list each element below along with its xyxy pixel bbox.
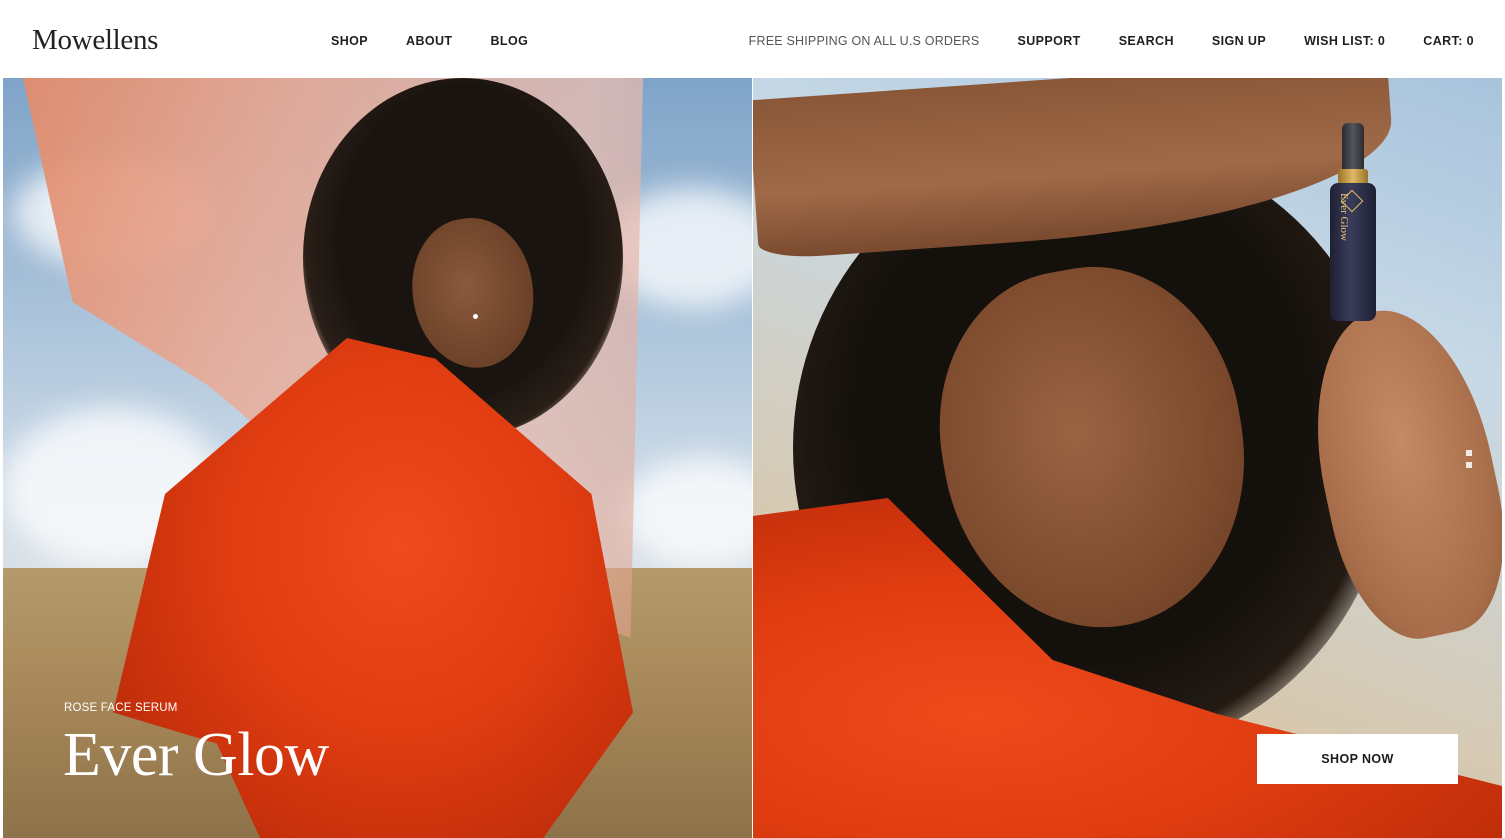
nav-shop-link[interactable]: SHOP bbox=[331, 34, 368, 48]
hero-headline: Ever Glow bbox=[63, 721, 329, 789]
nav-search-link[interactable]: SEARCH bbox=[1119, 34, 1174, 48]
slide-dot[interactable] bbox=[1466, 450, 1472, 456]
nav-signup-link[interactable]: SIGN UP bbox=[1212, 34, 1266, 48]
model-right-photo: Ever Glow bbox=[753, 78, 1502, 838]
hero-section: ROSE FACE SERUM Ever Glow Ever Glow SHOP… bbox=[3, 78, 1502, 838]
slide-indicator[interactable] bbox=[1466, 450, 1472, 468]
serum-bottle: Ever Glow bbox=[1328, 123, 1378, 323]
shop-now-button[interactable]: SHOP NOW bbox=[1257, 734, 1458, 784]
nav-wishlist-link[interactable]: WISH LIST: 0 bbox=[1304, 34, 1385, 48]
utility-nav: FREE SHIPPING ON ALL U.S ORDERS SUPPORT … bbox=[749, 34, 1474, 48]
nav-about-link[interactable]: ABOUT bbox=[406, 34, 452, 48]
shipping-promo-text: FREE SHIPPING ON ALL U.S ORDERS bbox=[748, 34, 980, 48]
cursor-dot bbox=[473, 314, 478, 319]
hero-eyebrow: ROSE FACE SERUM bbox=[64, 702, 178, 714]
site-header: Mowellens SHOP ABOUT BLOG FREE SHIPPING … bbox=[0, 0, 1505, 78]
bottle-product-label: Ever Glow bbox=[1338, 193, 1350, 241]
nav-support-link[interactable]: SUPPORT bbox=[1017, 34, 1080, 48]
bottle-cap bbox=[1342, 123, 1364, 173]
brand-logo[interactable]: Mowellens bbox=[32, 24, 158, 57]
primary-nav: SHOP ABOUT BLOG bbox=[331, 34, 528, 48]
model-left-photo: ROSE FACE SERUM Ever Glow bbox=[3, 78, 752, 838]
nav-cart-link[interactable]: CART: 0 bbox=[1423, 34, 1474, 48]
slide-dot[interactable] bbox=[1466, 462, 1472, 468]
nav-blog-link[interactable]: BLOG bbox=[490, 34, 528, 48]
